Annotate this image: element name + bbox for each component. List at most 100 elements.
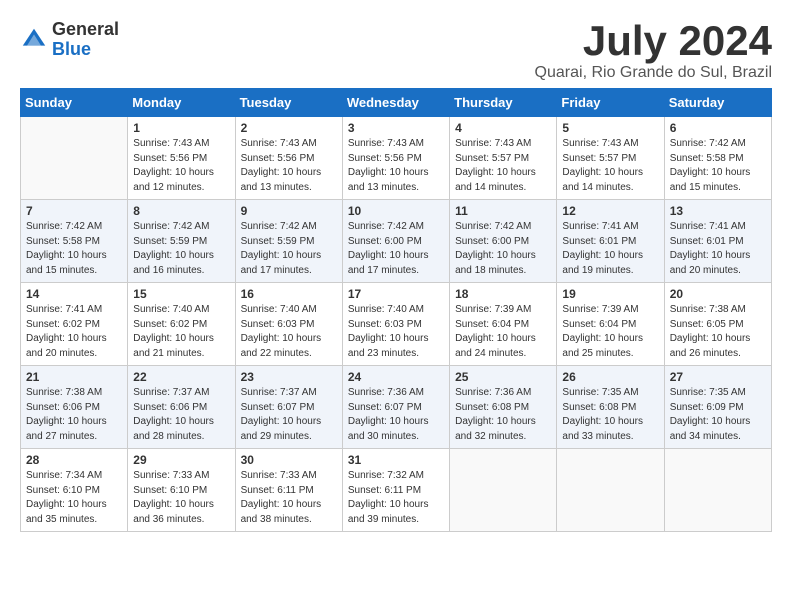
logo-blue: Blue xyxy=(52,40,119,60)
calendar-week-row: 1 Sunrise: 7:43 AM Sunset: 5:56 PM Daylig… xyxy=(21,117,772,200)
logo-icon xyxy=(20,26,48,54)
calendar-day-cell: 25 Sunrise: 7:36 AM Sunset: 6:08 PM Dayli… xyxy=(450,366,557,449)
calendar-day-cell: 16 Sunrise: 7:40 AM Sunset: 6:03 PM Dayli… xyxy=(235,283,342,366)
weekday-header: Saturday xyxy=(664,89,771,117)
weekday-header: Wednesday xyxy=(342,89,449,117)
day-number: 19 xyxy=(562,287,658,301)
calendar-day-cell xyxy=(450,449,557,532)
day-number: 14 xyxy=(26,287,122,301)
day-number: 9 xyxy=(241,204,337,218)
day-info: Sunrise: 7:35 AM Sunset: 6:08 PM Dayligh… xyxy=(562,386,658,444)
day-number: 25 xyxy=(455,370,551,384)
calendar-day-cell: 14 Sunrise: 7:41 AM Sunset: 6:02 PM Dayli… xyxy=(21,283,128,366)
day-info: Sunrise: 7:42 AM Sunset: 6:00 PM Dayligh… xyxy=(455,220,551,278)
day-info: Sunrise: 7:37 AM Sunset: 6:07 PM Dayligh… xyxy=(241,386,337,444)
day-info: Sunrise: 7:43 AM Sunset: 5:56 PM Dayligh… xyxy=(133,137,229,195)
calendar-day-cell: 9 Sunrise: 7:42 AM Sunset: 5:59 PM Daylig… xyxy=(235,200,342,283)
calendar-day-cell: 19 Sunrise: 7:39 AM Sunset: 6:04 PM Dayli… xyxy=(557,283,664,366)
logo: General Blue xyxy=(20,20,119,60)
day-info: Sunrise: 7:40 AM Sunset: 6:03 PM Dayligh… xyxy=(348,303,444,361)
calendar-day-cell: 18 Sunrise: 7:39 AM Sunset: 6:04 PM Dayli… xyxy=(450,283,557,366)
calendar-day-cell: 1 Sunrise: 7:43 AM Sunset: 5:56 PM Daylig… xyxy=(128,117,235,200)
day-number: 1 xyxy=(133,121,229,135)
calendar-day-cell: 21 Sunrise: 7:38 AM Sunset: 6:06 PM Dayli… xyxy=(21,366,128,449)
calendar-day-cell: 30 Sunrise: 7:33 AM Sunset: 6:11 PM Dayli… xyxy=(235,449,342,532)
day-info: Sunrise: 7:33 AM Sunset: 6:10 PM Dayligh… xyxy=(133,469,229,527)
day-number: 20 xyxy=(670,287,766,301)
day-info: Sunrise: 7:32 AM Sunset: 6:11 PM Dayligh… xyxy=(348,469,444,527)
day-info: Sunrise: 7:42 AM Sunset: 5:58 PM Dayligh… xyxy=(670,137,766,195)
calendar-day-cell: 11 Sunrise: 7:42 AM Sunset: 6:00 PM Dayli… xyxy=(450,200,557,283)
calendar-day-cell: 28Sunrise: 7:34 AM Sunset: 6:10 PM Dayli… xyxy=(21,449,128,532)
day-info: Sunrise: 7:40 AM Sunset: 6:02 PM Dayligh… xyxy=(133,303,229,361)
weekday-header: Tuesday xyxy=(235,89,342,117)
calendar-week-row: 28Sunrise: 7:34 AM Sunset: 6:10 PM Dayli… xyxy=(21,449,772,532)
day-number: 10 xyxy=(348,204,444,218)
day-info: Sunrise: 7:35 AM Sunset: 6:09 PM Dayligh… xyxy=(670,386,766,444)
day-info: Sunrise: 7:43 AM Sunset: 5:57 PM Dayligh… xyxy=(562,137,658,195)
weekday-header: Thursday xyxy=(450,89,557,117)
day-number: 12 xyxy=(562,204,658,218)
day-info: Sunrise: 7:42 AM Sunset: 5:58 PM Dayligh… xyxy=(26,220,122,278)
calendar-day-cell: 3Sunrise: 7:43 AM Sunset: 5:56 PM Daylig… xyxy=(342,117,449,200)
calendar-day-cell: 10Sunrise: 7:42 AM Sunset: 6:00 PM Dayli… xyxy=(342,200,449,283)
day-number: 27 xyxy=(670,370,766,384)
day-info: Sunrise: 7:38 AM Sunset: 6:06 PM Dayligh… xyxy=(26,386,122,444)
calendar-day-cell: 26 Sunrise: 7:35 AM Sunset: 6:08 PM Dayli… xyxy=(557,366,664,449)
calendar-week-row: 14 Sunrise: 7:41 AM Sunset: 6:02 PM Dayli… xyxy=(21,283,772,366)
weekday-header: Sunday xyxy=(21,89,128,117)
day-number: 22 xyxy=(133,370,229,384)
day-number: 6 xyxy=(670,121,766,135)
day-number: 30 xyxy=(241,453,337,467)
weekday-header: Monday xyxy=(128,89,235,117)
page-header: General Blue July 2024 Quarai, Rio Grand… xyxy=(20,20,772,82)
calendar-day-cell: 23 Sunrise: 7:37 AM Sunset: 6:07 PM Dayli… xyxy=(235,366,342,449)
logo-general: General xyxy=(52,20,119,40)
weekday-header: Friday xyxy=(557,89,664,117)
day-number: 23 xyxy=(241,370,337,384)
day-number: 29 xyxy=(133,453,229,467)
calendar-day-cell: 31 Sunrise: 7:32 AM Sunset: 6:11 PM Dayli… xyxy=(342,449,449,532)
day-number: 11 xyxy=(455,204,551,218)
day-number: 7 xyxy=(26,204,122,218)
day-info: Sunrise: 7:41 AM Sunset: 6:01 PM Dayligh… xyxy=(670,220,766,278)
day-number: 15 xyxy=(133,287,229,301)
calendar-day-cell xyxy=(664,449,771,532)
day-info: Sunrise: 7:39 AM Sunset: 6:04 PM Dayligh… xyxy=(562,303,658,361)
day-info: Sunrise: 7:39 AM Sunset: 6:04 PM Dayligh… xyxy=(455,303,551,361)
day-info: Sunrise: 7:40 AM Sunset: 6:03 PM Dayligh… xyxy=(241,303,337,361)
day-number: 3 xyxy=(348,121,444,135)
day-number: 31 xyxy=(348,453,444,467)
day-info: Sunrise: 7:36 AM Sunset: 6:07 PM Dayligh… xyxy=(348,386,444,444)
day-number: 2 xyxy=(241,121,337,135)
calendar-day-cell: 7 Sunrise: 7:42 AM Sunset: 5:58 PM Daylig… xyxy=(21,200,128,283)
day-number: 13 xyxy=(670,204,766,218)
calendar-day-cell: 13 Sunrise: 7:41 AM Sunset: 6:01 PM Dayli… xyxy=(664,200,771,283)
day-info: Sunrise: 7:37 AM Sunset: 6:06 PM Dayligh… xyxy=(133,386,229,444)
calendar-day-cell: 15 Sunrise: 7:40 AM Sunset: 6:02 PM Dayli… xyxy=(128,283,235,366)
calendar-day-cell: 22 Sunrise: 7:37 AM Sunset: 6:06 PM Dayli… xyxy=(128,366,235,449)
calendar-day-cell: 5 Sunrise: 7:43 AM Sunset: 5:57 PM Daylig… xyxy=(557,117,664,200)
day-number: 24 xyxy=(348,370,444,384)
day-info: Sunrise: 7:33 AM Sunset: 6:11 PM Dayligh… xyxy=(241,469,337,527)
calendar-day-cell: 24 Sunrise: 7:36 AM Sunset: 6:07 PM Dayli… xyxy=(342,366,449,449)
day-info: Sunrise: 7:41 AM Sunset: 6:02 PM Dayligh… xyxy=(26,303,122,361)
day-number: 26 xyxy=(562,370,658,384)
day-number: 21 xyxy=(26,370,122,384)
calendar-day-cell: 27 Sunrise: 7:35 AM Sunset: 6:09 PM Dayli… xyxy=(664,366,771,449)
day-info: Sunrise: 7:42 AM Sunset: 5:59 PM Dayligh… xyxy=(241,220,337,278)
calendar-day-cell: 12Sunrise: 7:41 AM Sunset: 6:01 PM Dayli… xyxy=(557,200,664,283)
day-number: 8 xyxy=(133,204,229,218)
day-number: 5 xyxy=(562,121,658,135)
day-number: 18 xyxy=(455,287,551,301)
day-info: Sunrise: 7:36 AM Sunset: 6:08 PM Dayligh… xyxy=(455,386,551,444)
calendar-week-row: 21 Sunrise: 7:38 AM Sunset: 6:06 PM Dayli… xyxy=(21,366,772,449)
calendar-day-cell: 29 Sunrise: 7:33 AM Sunset: 6:10 PM Dayli… xyxy=(128,449,235,532)
calendar-week-row: 7 Sunrise: 7:42 AM Sunset: 5:58 PM Daylig… xyxy=(21,200,772,283)
calendar-day-cell: 8Sunrise: 7:42 AM Sunset: 5:59 PM Daylig… xyxy=(128,200,235,283)
calendar-day-cell: 4 Sunrise: 7:43 AM Sunset: 5:57 PM Daylig… xyxy=(450,117,557,200)
calendar-day-cell: 17Sunrise: 7:40 AM Sunset: 6:03 PM Dayli… xyxy=(342,283,449,366)
day-info: Sunrise: 7:43 AM Sunset: 5:57 PM Dayligh… xyxy=(455,137,551,195)
day-number: 4 xyxy=(455,121,551,135)
day-number: 16 xyxy=(241,287,337,301)
